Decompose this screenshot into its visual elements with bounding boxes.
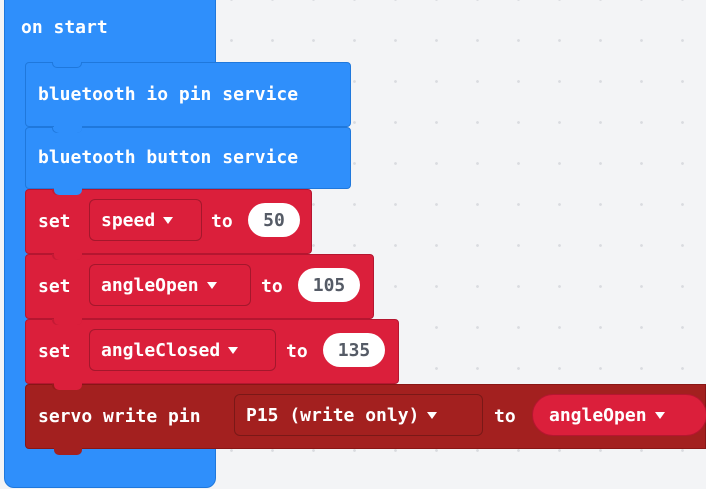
on-start-label: on start bbox=[21, 17, 108, 38]
caret-down-icon bbox=[654, 411, 665, 419]
blocks-workspace[interactable]: on start bluetooth io pin service blueto… bbox=[0, 0, 706, 489]
variable-dropdown-angle-closed[interactable]: angleClosed bbox=[89, 329, 276, 371]
block-tab bbox=[54, 448, 82, 455]
block-tab bbox=[54, 188, 82, 195]
bluetooth-io-pin-service-block[interactable]: bluetooth io pin service bbox=[25, 62, 351, 133]
variable-dropdown-angle-open[interactable]: angleOpen bbox=[89, 264, 251, 306]
set-speed-block[interactable]: set speed to 50 bbox=[25, 189, 312, 260]
number-value: 50 bbox=[263, 209, 285, 231]
bluetooth-button-service-block[interactable]: bluetooth button service bbox=[25, 127, 351, 195]
variable-name: angleOpen bbox=[549, 404, 647, 426]
to-label: to bbox=[494, 405, 516, 427]
variable-name: angleOpen bbox=[101, 274, 199, 296]
number-value: 105 bbox=[312, 274, 346, 296]
caret-down-icon bbox=[163, 216, 174, 224]
block-tab bbox=[54, 126, 82, 133]
pin-dropdown[interactable]: P15 (write only) bbox=[234, 394, 483, 436]
set-label: set bbox=[38, 275, 71, 297]
set-angle-open-block[interactable]: set angleOpen to 105 bbox=[25, 254, 374, 325]
variable-reporter-angle-open[interactable]: angleOpen bbox=[532, 394, 706, 436]
set-label: set bbox=[38, 210, 71, 232]
variable-name: angleClosed bbox=[101, 339, 221, 361]
pin-name: P15 (write only) bbox=[246, 404, 420, 426]
variable-name: speed bbox=[101, 209, 156, 231]
caret-down-icon bbox=[206, 281, 217, 289]
to-label: to bbox=[286, 340, 308, 362]
set-label: set bbox=[38, 340, 71, 362]
variable-dropdown-speed[interactable]: speed bbox=[89, 199, 202, 241]
caret-down-icon bbox=[427, 411, 438, 419]
number-input-angle-closed[interactable]: 135 bbox=[323, 333, 385, 367]
block-tab bbox=[54, 318, 82, 325]
to-label: to bbox=[211, 210, 233, 232]
bluetooth-button-service-label: bluetooth button service bbox=[38, 147, 299, 168]
set-angle-closed-block[interactable]: set angleClosed to 135 bbox=[25, 319, 399, 390]
caret-down-icon bbox=[228, 346, 239, 354]
number-input-angle-open[interactable]: 105 bbox=[298, 268, 360, 302]
block-tab bbox=[54, 383, 82, 390]
number-value: 135 bbox=[337, 339, 371, 361]
block-tab bbox=[54, 253, 82, 260]
to-label: to bbox=[261, 275, 283, 297]
servo-write-pin-label: servo write pin bbox=[38, 405, 201, 427]
number-input-speed[interactable]: 50 bbox=[248, 203, 300, 237]
bluetooth-io-pin-service-label: bluetooth io pin service bbox=[38, 83, 299, 105]
servo-write-pin-block[interactable]: servo write pin P15 (write only) to angl… bbox=[25, 384, 706, 455]
